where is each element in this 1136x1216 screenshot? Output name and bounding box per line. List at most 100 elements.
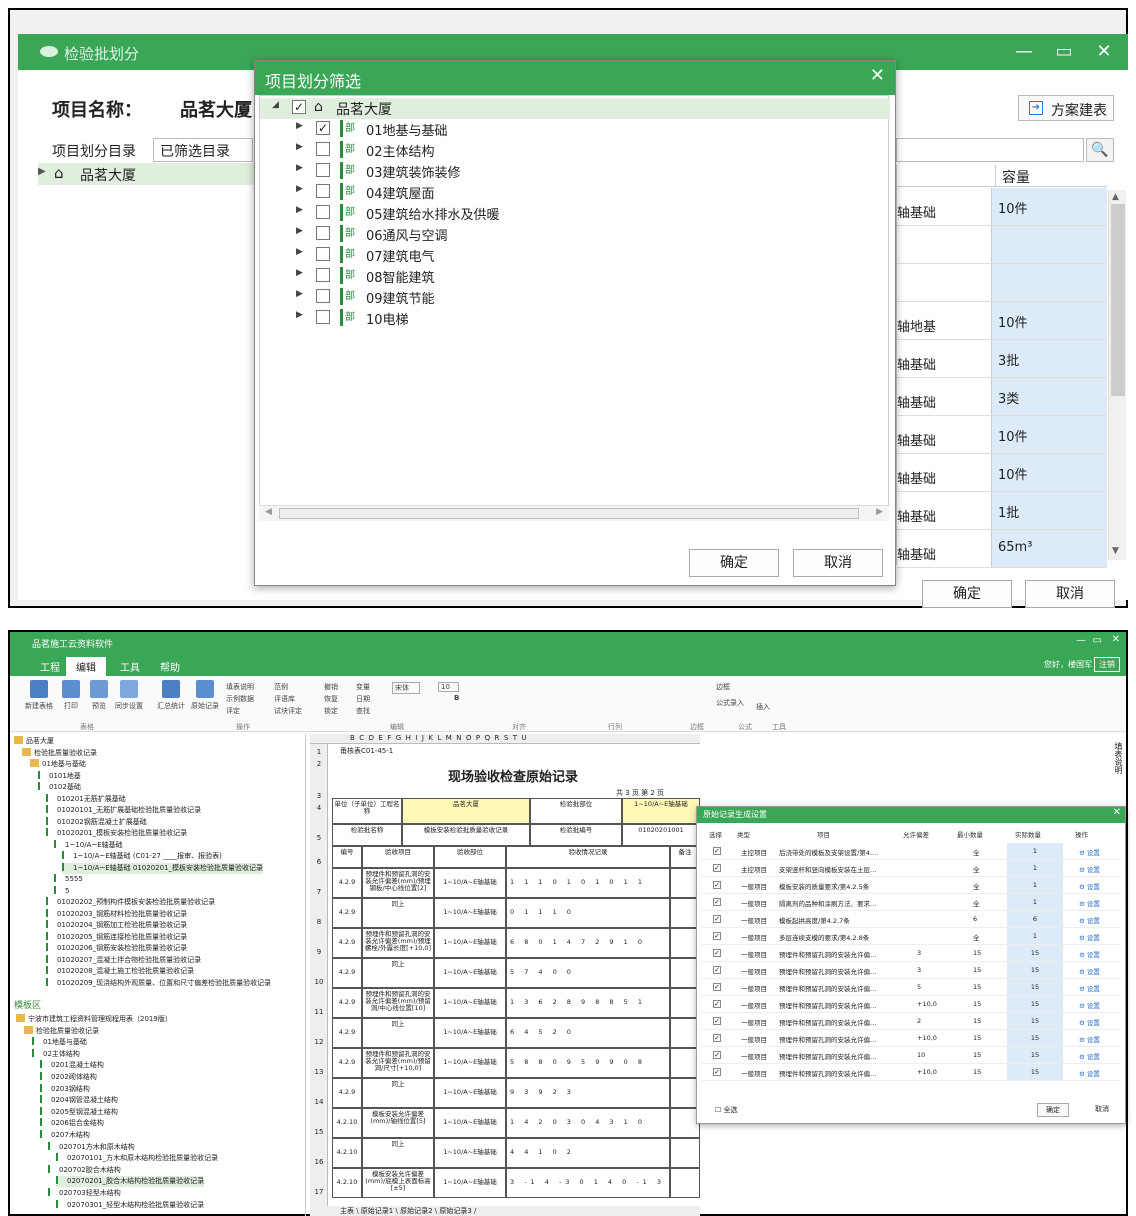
template-tree-node[interactable]: 02主体结构	[32, 1048, 80, 1060]
close-icon[interactable]: ✕	[870, 65, 885, 86]
checkbox[interactable]	[316, 205, 330, 219]
checkbox[interactable]	[316, 310, 330, 324]
expand-triangle-icon[interactable]: ▶	[296, 163, 303, 173]
vertical-scrollbar[interactable]: ▲ ▼	[1108, 190, 1126, 560]
expand-triangle-icon[interactable]: ▶	[296, 142, 303, 152]
record-values-cell[interactable]: 4 4 1 0 2	[506, 1138, 670, 1168]
checkbox-checked[interactable]: ✓	[316, 121, 330, 135]
orig-row[interactable]: ✓ 一般项目 预埋件和预留孔洞的安装允许偏… 3 15 15 ⚙ 设置	[701, 945, 1121, 962]
comment-lib-button[interactable]: 评语库	[274, 694, 295, 704]
close-button[interactable]: ✕	[1112, 634, 1120, 645]
record-item-cell[interactable]: 同上	[362, 898, 434, 928]
grid-cell-capacity[interactable]: 10件	[991, 416, 1107, 453]
menu-help[interactable]: 帮助	[150, 657, 190, 676]
menu-tools[interactable]: 工具	[110, 657, 150, 676]
record-item-cell[interactable]: 预埋件和预留孔洞的安装允许偏差(mm)/预留洞/中心线位置[10]	[362, 988, 434, 1018]
checkbox-checked[interactable]: ✓	[713, 847, 721, 855]
record-part-cell[interactable]: 1~10/A~E轴基础	[434, 928, 506, 958]
record-values-cell[interactable]: 3 -1 4 -3 0 1 4 0 -1 3	[506, 1168, 670, 1198]
orig-actual[interactable]: 15	[1007, 1047, 1063, 1063]
checkbox[interactable]	[316, 226, 330, 240]
record-item-cell[interactable]: 预埋件和预留孔洞的安装允许偏差(mm)/预留洞/尺寸[+10,0]	[362, 1048, 434, 1078]
checkbox-checked[interactable]: ✓	[713, 1051, 721, 1059]
record-part-cell[interactable]: 1~10/A~E轴基础	[434, 1078, 506, 1108]
select-all-checkbox[interactable]: ☐ 全选	[715, 1105, 738, 1115]
checkbox[interactable]	[316, 268, 330, 282]
minimize-button[interactable]: —	[1076, 635, 1086, 646]
orig-row[interactable]: ✓ 一般项目 预埋件和预留孔洞的安装允许偏… +10,0 15 15 ⚙ 设置	[701, 1064, 1121, 1081]
checkbox-checked[interactable]: ✓	[292, 100, 306, 114]
record-part-cell[interactable]: 1~10/A~E轴基础	[434, 1048, 506, 1078]
orig-row[interactable]: ✓ 主控项目 后浇带处的模板及支架设置/第4.… 全 1 ⚙ 设置	[701, 843, 1121, 860]
record-no-cell[interactable]: 4.2.9	[332, 1018, 362, 1048]
record-note-cell[interactable]	[670, 1168, 700, 1198]
tree-node[interactable]: 01020202_预制构件模板安装检验批质量验收记录	[46, 897, 215, 908]
undo-button[interactable]: 撤销	[324, 682, 338, 692]
filter-root-node[interactable]: ◢ ✓ ⌂ 品茗大厦	[260, 98, 890, 119]
checkbox-checked[interactable]: ✓	[713, 915, 721, 923]
record-item-cell[interactable]: 预埋件和预留孔洞的安装允许偏差(mm)/预埋螺栓/外露长度[+10,0]	[362, 928, 434, 958]
lock-button[interactable]: 锁定	[324, 706, 338, 716]
tree-node[interactable]: 01020201_模板安装检验批质量验收记录	[46, 828, 187, 839]
expand-triangle-icon[interactable]: ▶	[296, 310, 303, 320]
template-tree-node[interactable]: 02070301_轻型木结构检验批质量验收记录	[56, 1199, 204, 1211]
print-button[interactable]: 打印	[56, 680, 86, 711]
template-tree-node[interactable]: 宁波市建筑工程资料管理规程用表（2019版）	[16, 1014, 172, 1025]
template-tree-node[interactable]: 0206铝合金结构	[40, 1118, 104, 1129]
logout-button[interactable]: 注销	[1094, 657, 1120, 672]
record-no-cell[interactable]: 4.2.9	[332, 1048, 362, 1078]
filter-tree-item[interactable]: ▶ 部 08智能建筑	[260, 266, 860, 287]
orig-setting-link[interactable]: ⚙ 设置	[1079, 932, 1100, 942]
checkbox-checked[interactable]: ✓	[713, 932, 721, 940]
template-tree-node[interactable]: 0205型钢混凝土结构	[40, 1106, 118, 1118]
orig-actual[interactable]: 15	[1007, 1064, 1063, 1080]
orig-setting-link[interactable]: ⚙ 设置	[1079, 1034, 1100, 1044]
orig-setting-link[interactable]: ⚙ 设置	[1079, 915, 1100, 925]
variable-button[interactable]: 变量	[356, 682, 370, 692]
tree-node[interactable]: 01地基与基础	[30, 759, 86, 770]
template-tree-node[interactable]: 0201混凝土结构	[40, 1060, 104, 1071]
original-record-button[interactable]: 原始记录	[190, 680, 220, 711]
sample-data-button[interactable]: 示例数据	[226, 694, 254, 704]
orig-setting-link[interactable]: ⚙ 设置	[1079, 881, 1100, 891]
tree-node[interactable]: 5555	[54, 874, 83, 885]
tree-root-item[interactable]: ▶ ⌂ 品茗大厦	[38, 163, 254, 185]
orig-setting-link[interactable]: ⚙ 设置	[1079, 966, 1100, 976]
grid-row[interactable]: 轴基础 1批	[897, 492, 1107, 530]
search-input[interactable]	[896, 138, 1084, 162]
template-tree-node[interactable]: 02070201_胶合木结构检验批质量验收记录	[56, 1176, 205, 1188]
scroll-down-icon[interactable]: ▼	[1112, 546, 1119, 556]
orig-row[interactable]: ✓ 一般项目 模板起拱高度/第4.2.7条 6 6 ⚙ 设置	[701, 911, 1121, 928]
example-button[interactable]: 范例	[274, 682, 288, 692]
tree-node[interactable]: 01020205_钢筋连接检验批质量验收记录	[46, 931, 187, 943]
orig-row[interactable]: ✓ 一般项目 多层连续支模的要求/第4.2.8条 全 1 ⚙ 设置	[701, 928, 1121, 945]
record-part-cell[interactable]: 1~10/A~E轴基础	[434, 898, 506, 928]
checkbox[interactable]	[316, 163, 330, 177]
block-evaluate-button[interactable]: 试块评定	[274, 706, 302, 716]
template-tree-node[interactable]: 0202砌体结构	[40, 1072, 97, 1083]
scroll-right-icon[interactable]: ▶	[876, 507, 883, 517]
record-item-cell[interactable]: 模板安装允许偏差(mm)/轴线位置[5]	[362, 1108, 434, 1138]
tree-node[interactable]: 01020101_无筋扩展基础检验批质量验收记录	[46, 805, 201, 816]
spreadsheet[interactable]: B C D E F G H I J K L M N O P Q R S T U …	[310, 734, 700, 1206]
record-values-cell[interactable]: 6 4 5 2 0	[506, 1018, 670, 1048]
dir-select[interactable]: 已筛选目录	[153, 138, 253, 162]
filter-tree-item[interactable]: ▶ 部 03建筑装饰装修	[260, 161, 860, 182]
record-no-cell[interactable]: 4.2.9	[332, 868, 362, 898]
orig-actual[interactable]: 6	[1007, 911, 1063, 927]
collapse-triangle-icon[interactable]: ◢	[272, 100, 279, 110]
record-no-cell[interactable]: 4.2.10	[332, 1108, 362, 1138]
orig-setting-link[interactable]: ⚙ 设置	[1079, 983, 1100, 993]
checkbox-checked[interactable]: ✓	[713, 1068, 721, 1076]
grid-cell-capacity[interactable]: 1批	[991, 492, 1107, 529]
tree-node[interactable]: 01020206_钢筋安装检验批质量验收记录	[46, 943, 187, 954]
orig-row[interactable]: ✓ 一般项目 预埋件和预留孔洞的安装允许偏… 3 15 15 ⚙ 设置	[701, 962, 1121, 979]
orig-actual[interactable]: 15	[1007, 979, 1063, 995]
grid-cell-capacity[interactable]: 10件	[991, 188, 1107, 225]
orig-setting-link[interactable]: ⚙ 设置	[1079, 1017, 1100, 1027]
insert-button[interactable]: 插入	[756, 702, 770, 712]
search-icon[interactable]: 🔍	[1086, 138, 1114, 162]
record-values-cell[interactable]: 5 8 8 0 9 5 9 9 0 8	[506, 1048, 670, 1078]
record-no-cell[interactable]: 4.2.10	[332, 1168, 362, 1198]
orig-row[interactable]: ✓ 一般项目 隔离剂的品种和涂刷方法、要求… 全 1 ⚙ 设置	[701, 894, 1121, 911]
